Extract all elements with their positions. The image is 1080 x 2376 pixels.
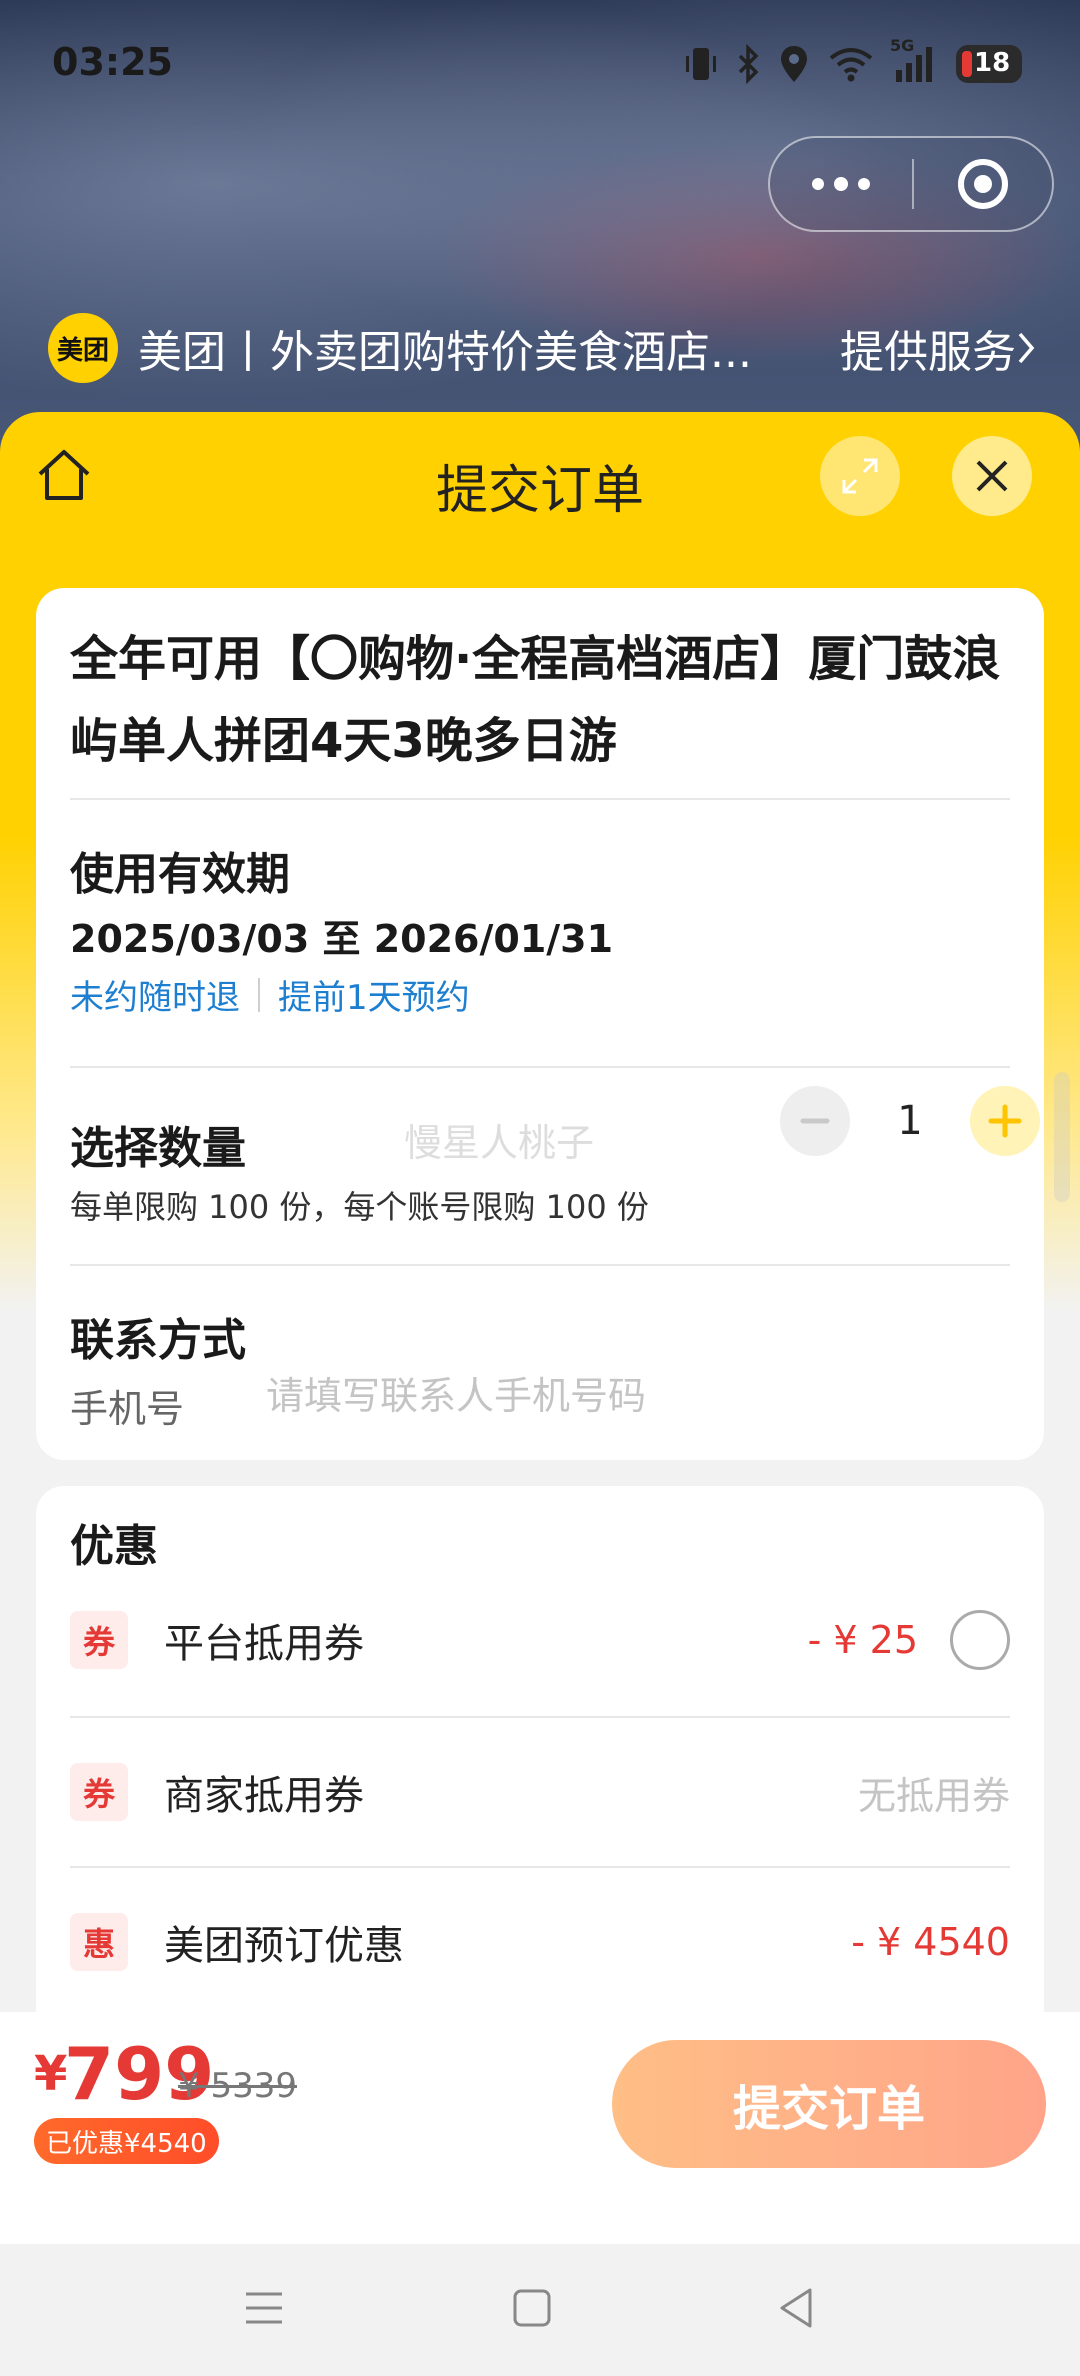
discount-badge: 惠 — [70, 1913, 128, 1971]
close-button[interactable] — [952, 436, 1032, 516]
back-triangle-icon — [780, 2288, 812, 2328]
plus-icon — [988, 1104, 1022, 1138]
battery-level: 18 — [974, 48, 1011, 78]
miniprogram-info-bar[interactable]: 美团 美团丨外卖团购特价美食酒店... 提供服务 — [48, 312, 1038, 384]
order-details-card: 全年可用【〇购物·全程高档酒店】厦门鼓浪屿单人拼团4天3晚多日游 使用有效期 2… — [36, 588, 1044, 1460]
watermark-text: 慢星人桃子 — [404, 1121, 595, 1165]
decrease-quantity-button[interactable] — [780, 1086, 850, 1156]
service-link[interactable]: 提供服务 — [840, 316, 1038, 380]
divider — [70, 1716, 1010, 1718]
status-bar: 03:25 5G 18 — [0, 0, 1080, 130]
merchant-coupon-row[interactable]: 券 商家抵用券 无抵用券 — [70, 1742, 1010, 1842]
vibrate-icon — [684, 44, 718, 84]
divider — [70, 1066, 1010, 1068]
policy-tags: 未约随时退 提前1天预约 — [70, 970, 470, 1019]
menu-nav-button[interactable] — [244, 2286, 284, 2334]
more-menu-button[interactable] — [770, 138, 912, 230]
submit-order-button[interactable]: 提交订单 — [612, 2040, 1046, 2168]
coupon-badge: 券 — [70, 1611, 128, 1669]
phone-input[interactable] — [266, 1366, 966, 1426]
coupon-radio[interactable] — [950, 1610, 1010, 1670]
increase-quantity-button[interactable] — [970, 1086, 1040, 1156]
quantity-heading: 选择数量 — [70, 1123, 246, 1174]
status-time: 03:25 — [52, 40, 173, 84]
bluetooth-icon — [736, 44, 760, 84]
battery-icon: 18 — [956, 45, 1022, 83]
miniprogram-title: 美团丨外卖团购特价美食酒店... — [138, 327, 752, 378]
wifi-icon — [828, 44, 874, 84]
status-icons: 5G 18 — [684, 36, 1022, 86]
divider — [70, 1264, 1010, 1266]
currency-symbol: ¥ — [34, 2046, 68, 2102]
page-title: 提交订单 — [435, 461, 644, 521]
contact-heading: 联系方式 — [70, 1315, 246, 1366]
target-icon — [958, 159, 1008, 209]
discount-amount: - ¥ 4540 — [851, 1920, 1010, 1964]
purchase-limit: 每单限购 100 份，每个账号限购 100 份 — [70, 1188, 649, 1226]
miniprogram-capsule — [768, 136, 1054, 232]
discount-amount: - ¥ 25 — [807, 1618, 918, 1662]
phone-label: 手机号 — [70, 1387, 185, 1431]
refund-tag[interactable]: 未约随时退 — [70, 970, 240, 1019]
back-nav-button[interactable] — [776, 2286, 816, 2334]
original-price: ¥ 5339 — [178, 2066, 297, 2106]
square-icon — [513, 2289, 551, 2327]
meituan-discount-row: 惠 美团预订优惠 - ¥ 4540 — [70, 1892, 1010, 1992]
scrollbar-thumb[interactable] — [1054, 1072, 1070, 1202]
minus-icon — [800, 1118, 830, 1124]
sheet-header: 提交订单 — [0, 412, 1080, 562]
chevron-right-icon — [1018, 332, 1035, 364]
discounts-card: 优惠 券 平台抵用券 - ¥ 25 券 商家抵用券 无抵用券 惠 美团预订优惠 … — [36, 1486, 1044, 2012]
quantity-value: 1 — [897, 1098, 923, 1144]
reservation-tag[interactable]: 提前1天预约 — [278, 970, 470, 1019]
divider — [70, 1866, 1010, 1868]
close-icon — [976, 460, 1008, 492]
system-nav-bar — [0, 2244, 1080, 2376]
discount-amount: 无抵用券 — [857, 1773, 1010, 1818]
divider — [70, 798, 1010, 800]
coupon-badge: 券 — [70, 1763, 128, 1821]
discounts-heading: 优惠 — [70, 1521, 158, 1572]
product-title: 全年可用【〇购物·全程高档酒店】厦门鼓浪屿单人拼团4天3晚多日游 — [70, 631, 1001, 769]
network-type: 5G — [890, 36, 915, 55]
meituan-logo: 美团 — [48, 313, 118, 383]
platform-coupon-row[interactable]: 券 平台抵用券 - ¥ 25 — [70, 1590, 1010, 1690]
validity-dates: 2025/03/03 至 2026/01/31 — [70, 917, 614, 961]
discount-label: 美团预订优惠 — [164, 1923, 404, 1969]
discount-label: 商家抵用券 — [164, 1773, 364, 1819]
signal-icon: 5G — [890, 36, 938, 84]
order-sheet: 提交订单 全年可用【〇购物·全程高档酒店】厦门鼓浪屿单人拼团4天3晚多日游 使用… — [0, 412, 1080, 2012]
location-icon — [778, 44, 810, 84]
menu-icon — [246, 2292, 282, 2324]
validity-heading: 使用有效期 — [70, 849, 290, 900]
discount-label: 平台抵用券 — [164, 1621, 364, 1667]
service-label: 提供服务 — [840, 327, 1016, 378]
expand-button[interactable] — [820, 436, 900, 516]
close-miniprogram-button[interactable] — [914, 156, 1052, 212]
checkout-bar: ¥ 799 ¥ 5339 已优惠¥4540 提交订单 — [0, 2012, 1080, 2244]
expand-icon — [842, 458, 878, 494]
savings-badge: 已优惠¥4540 — [34, 2118, 219, 2164]
quantity-stepper: 1 — [780, 1086, 1040, 1156]
home-nav-button[interactable] — [512, 2286, 552, 2334]
